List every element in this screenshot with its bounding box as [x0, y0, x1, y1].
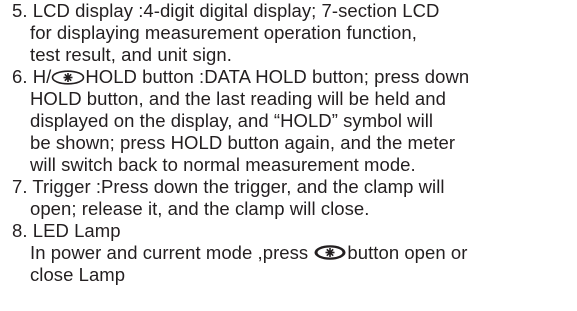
item-5-text-3: test result, and unit sign.: [30, 44, 232, 65]
item-6-text-1: HOLD button :DATA HOLD button; press dow…: [85, 66, 470, 87]
item-8-line-1: 8. LED Lamp: [12, 220, 121, 242]
item-6-text-4: be shown; press HOLD button again, and t…: [30, 132, 456, 153]
item-8-line-2: In power and current mode ,press button …: [30, 242, 467, 264]
item-8-number: 8.: [12, 220, 28, 241]
item-7-line-1: 7. Trigger :Press down the trigger, and …: [12, 176, 445, 198]
manual-page: 5. LCD display :4-digit digital display;…: [0, 0, 577, 311]
item-8-title: LED Lamp: [32, 220, 121, 241]
item-6-number: 6.: [12, 66, 28, 87]
item-7-text-2: open; release it, and the clamp will clo…: [30, 198, 370, 219]
item-6-prefix: H/: [32, 66, 52, 87]
item-8-text-2b: button open or: [347, 242, 468, 263]
item-5-number: 5.: [12, 0, 28, 21]
item-5-text-2: for displaying measurement operation fun…: [30, 22, 417, 43]
item-7-number: 7.: [12, 176, 28, 197]
item-6-text-3: displayed on the display, and “HOLD” sym…: [30, 110, 434, 131]
item-8-text-2a: In power and current mode ,press: [30, 242, 309, 263]
item-7-text-1: Trigger :Press down the trigger, and the…: [32, 176, 445, 197]
item-6-text-2: HOLD button, and the last reading will b…: [30, 88, 446, 109]
item-6-line-1: 6. H/HOLD button :DATA HOLD button; pres…: [12, 66, 469, 88]
item-5-text-1: LCD display :4-digit digital display; 7-…: [32, 0, 440, 21]
item-6-text-5: will switch back to normal measurement m…: [30, 154, 416, 175]
item-5-line-1: 5. LCD display :4-digit digital display;…: [12, 0, 439, 22]
lamp-button-icon: [313, 244, 347, 261]
item-8-text-3: close Lamp: [30, 264, 126, 285]
backlight-button-icon: [51, 70, 85, 85]
